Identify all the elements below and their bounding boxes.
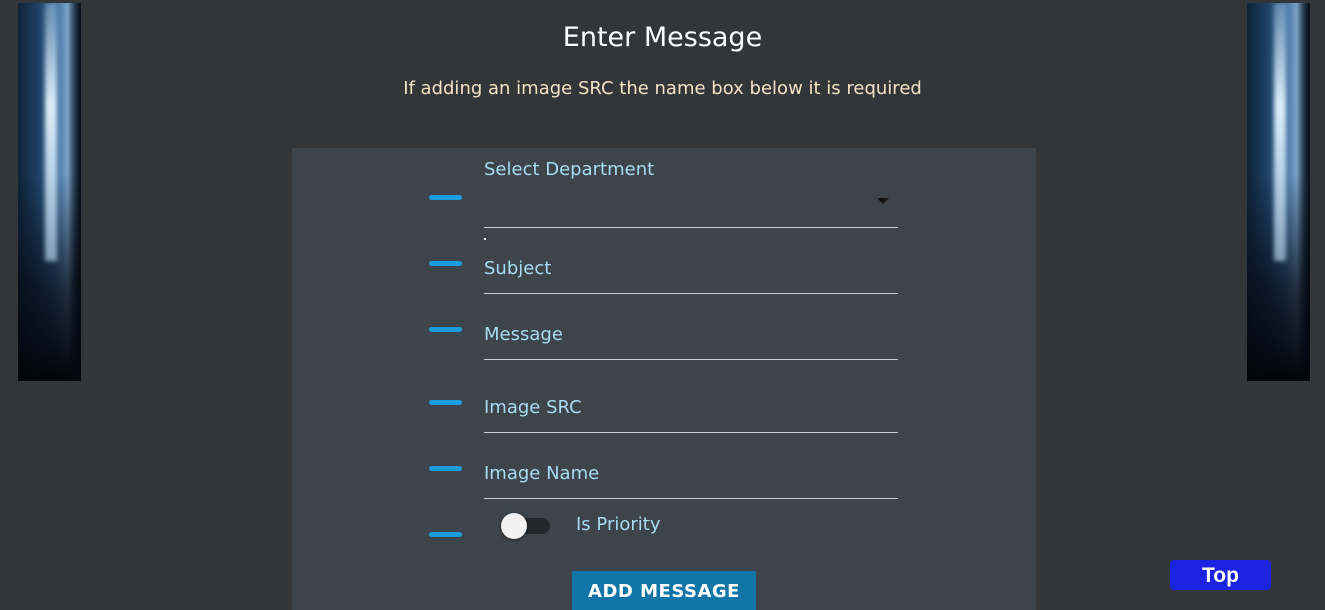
scroll-top-button[interactable]: Top	[1170, 560, 1271, 590]
image-src-field-label: Image SRC	[484, 397, 582, 418]
add-message-button[interactable]: ADD MESSAGE	[572, 571, 756, 610]
page: Enter Message If adding an image SRC the…	[0, 0, 1325, 610]
priority-toggle-label: Is Priority	[576, 514, 661, 535]
chevron-down-icon[interactable]	[877, 198, 889, 204]
priority-toggle[interactable]	[501, 513, 550, 539]
field-dash-icon	[429, 327, 462, 332]
image-name-field-label: Image Name	[484, 463, 600, 484]
department-select-underline	[484, 227, 898, 228]
left-banner-image	[18, 3, 81, 381]
message-form: Select Department Subject Message Image …	[292, 148, 1036, 610]
page-title: Enter Message	[562, 22, 763, 53]
message-field-label: Message	[484, 324, 563, 345]
right-banner-image	[1247, 3, 1310, 381]
field-dash-icon	[429, 261, 462, 266]
department-select-label: Select Department	[484, 159, 655, 180]
field-dash-icon	[429, 195, 462, 200]
page-subtitle: If adding an image SRC the name box belo…	[403, 78, 922, 99]
field-dash-icon	[429, 466, 462, 471]
field-dash-icon	[429, 400, 462, 405]
select-marker-dot	[484, 238, 486, 240]
priority-toggle-thumb[interactable]	[501, 513, 527, 539]
image-name-field-underline	[484, 498, 898, 499]
subject-field-label: Subject	[484, 258, 552, 279]
field-dash-icon	[429, 532, 462, 537]
image-src-field-underline	[484, 432, 898, 433]
subject-field-underline	[484, 293, 898, 294]
message-field-underline	[484, 359, 898, 360]
